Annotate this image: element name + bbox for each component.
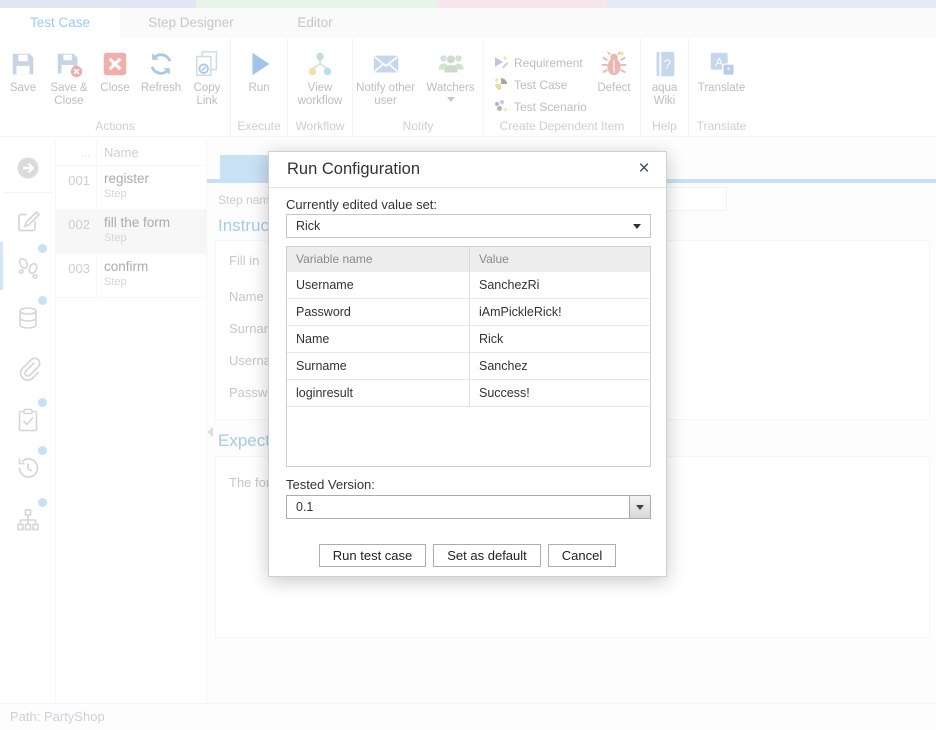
cancel-button[interactable]: Cancel: [548, 544, 616, 567]
variable-row-name[interactable]: Name Rick: [287, 326, 650, 353]
set-as-default-button[interactable]: Set as default: [433, 544, 541, 567]
variable-value-cell: Rick: [470, 326, 650, 352]
value-set-label: Currently edited value set:: [286, 197, 437, 212]
variable-name-cell: Name: [287, 326, 470, 352]
col-variable-name: Variable name: [287, 247, 470, 272]
col-value: Value: [470, 247, 650, 272]
variable-name-cell: Surname: [287, 353, 470, 379]
variable-row-password[interactable]: Password iAmPickleRick!: [287, 299, 650, 326]
tested-version-selected: 0.1: [296, 500, 313, 514]
run-configuration-dialog: Run Configuration × Currently edited val…: [268, 151, 667, 577]
app-window: Test Case Step Designer Editor Save Save…: [0, 0, 936, 730]
run-test-case-button[interactable]: Run test case: [319, 544, 427, 567]
dialog-close-icon[interactable]: ×: [632, 156, 656, 182]
tested-version-combobox[interactable]: 0.1: [286, 495, 651, 519]
variable-row-loginresult[interactable]: loginresult Success!: [287, 380, 650, 407]
variable-value-cell: Success!: [470, 380, 650, 406]
dialog-title: Run Configuration: [287, 160, 420, 179]
variable-name-cell: loginresult: [287, 380, 470, 406]
variable-value-cell: iAmPickleRick!: [470, 299, 650, 325]
variables-table: Variable name Value Username SanchezRi P…: [286, 246, 651, 467]
variable-row-surname[interactable]: Surname Sanchez: [287, 353, 650, 380]
variable-name-cell: Password: [287, 299, 470, 325]
variables-table-header: Variable name Value: [287, 247, 650, 272]
dialog-header: Run Configuration ×: [269, 152, 666, 188]
dialog-buttons: Run test case Set as default Cancel: [269, 544, 666, 567]
variable-value-cell: SanchezRi: [470, 272, 650, 298]
select-caret-icon: [633, 224, 641, 229]
value-set-selected: Rick: [296, 219, 320, 233]
tested-version-label: Tested Version:: [286, 477, 375, 492]
variable-name-cell: Username: [287, 272, 470, 298]
combobox-dropdown-button[interactable]: [629, 496, 650, 518]
variable-value-cell: Sanchez: [470, 353, 650, 379]
variable-row-username[interactable]: Username SanchezRi: [287, 272, 650, 299]
value-set-select[interactable]: Rick: [286, 214, 651, 238]
combobox-caret-icon: [636, 505, 644, 510]
